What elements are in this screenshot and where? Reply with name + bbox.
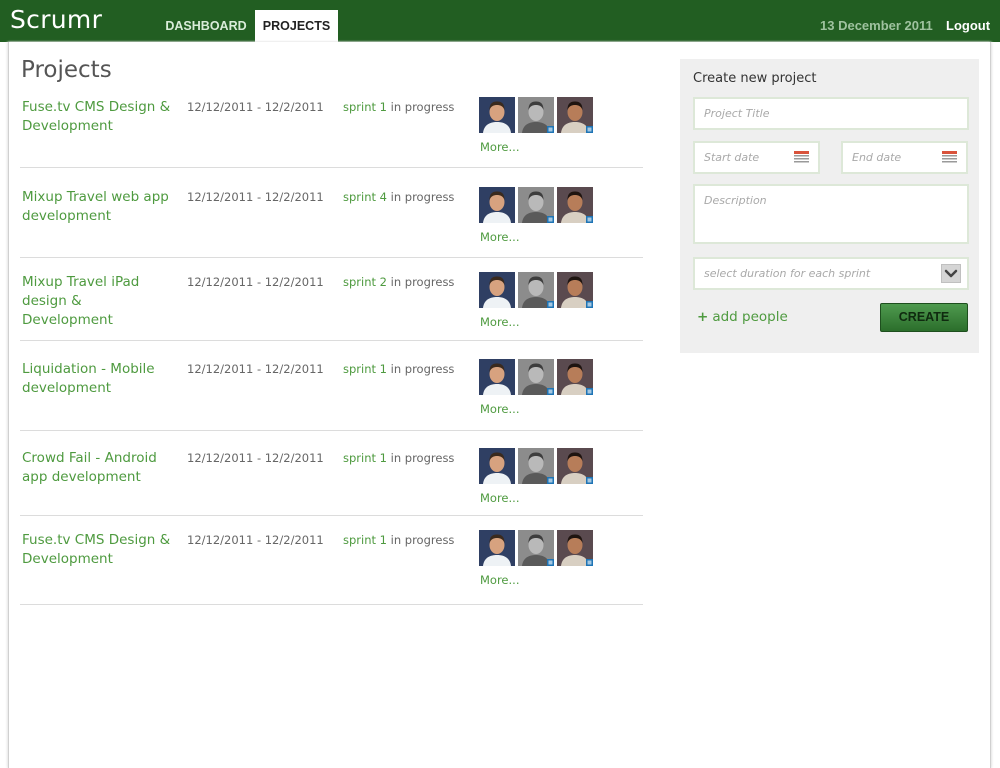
member-avatar[interactable] xyxy=(557,448,593,484)
end-date-placeholder: End date xyxy=(852,151,902,164)
create-project-title: Create new project xyxy=(693,71,817,86)
project-name-link[interactable]: Fuse.tv CMS Design & Development xyxy=(22,98,172,136)
member-avatar[interactable] xyxy=(557,530,593,566)
create-button[interactable]: CREATE xyxy=(880,303,968,332)
sprint-status: in progress xyxy=(390,190,455,204)
more-link[interactable]: More... xyxy=(480,315,519,329)
calendar-icon[interactable] xyxy=(942,151,957,164)
member-avatar[interactable] xyxy=(518,97,554,133)
project-dates: 12/12/2011 - 12/2/2011 xyxy=(187,275,324,289)
sprint-duration-select[interactable]: select duration for each sprint xyxy=(693,257,969,290)
project-sprint-status: sprint 1 in progress xyxy=(343,100,454,114)
sprint-label[interactable]: sprint 1 xyxy=(343,451,387,465)
more-link[interactable]: More... xyxy=(480,573,519,587)
top-navigation-bar: Scrumr DASHBOARD PROJECTS 13 December 20… xyxy=(0,0,1000,42)
member-avatars xyxy=(479,359,599,395)
sprint-status: in progress xyxy=(390,100,455,114)
member-avatar[interactable] xyxy=(518,448,554,484)
sprint-status: in progress xyxy=(390,451,455,465)
sprint-status: in progress xyxy=(390,275,455,289)
project-dates: 12/12/2011 - 12/2/2011 xyxy=(187,362,324,376)
sprint-label[interactable]: sprint 2 xyxy=(343,275,387,289)
project-sprint-status: sprint 1 in progress xyxy=(343,451,454,465)
project-name-link[interactable]: Fuse.tv CMS Design & Development xyxy=(22,531,172,569)
dropdown-toggle[interactable] xyxy=(941,264,961,283)
member-avatar[interactable] xyxy=(518,530,554,566)
member-avatar[interactable] xyxy=(479,448,515,484)
project-dates: 12/12/2011 - 12/2/2011 xyxy=(187,533,324,547)
member-avatars xyxy=(479,272,599,308)
project-name-link[interactable]: Liquidation - Mobile development xyxy=(22,360,172,398)
member-avatar[interactable] xyxy=(557,272,593,308)
project-name-link[interactable]: Mixup Travel web app development xyxy=(22,188,172,226)
page-title: Projects xyxy=(21,57,112,83)
project-name-link[interactable]: Mixup Travel iPad design & Development xyxy=(22,273,172,330)
member-avatar[interactable] xyxy=(557,187,593,223)
project-sprint-status: sprint 1 in progress xyxy=(343,362,454,376)
chevron-down-icon xyxy=(944,269,958,278)
member-avatar[interactable] xyxy=(518,272,554,308)
sprint-label[interactable]: sprint 1 xyxy=(343,362,387,376)
logout-link[interactable]: Logout xyxy=(946,18,990,33)
member-avatar[interactable] xyxy=(518,359,554,395)
sprint-label[interactable]: sprint 1 xyxy=(343,100,387,114)
project-row: Crowd Fail - Android app development 12/… xyxy=(20,448,643,516)
member-avatars xyxy=(479,97,599,133)
project-row: Mixup Travel iPad design & Development 1… xyxy=(20,272,643,341)
add-people-label: add people xyxy=(712,309,788,325)
member-avatar[interactable] xyxy=(479,272,515,308)
project-row: Fuse.tv CMS Design & Development 12/12/2… xyxy=(20,530,643,605)
member-avatar[interactable] xyxy=(557,97,593,133)
project-dates: 12/12/2011 - 12/2/2011 xyxy=(187,100,324,114)
member-avatar[interactable] xyxy=(479,359,515,395)
project-title-input[interactable]: Project Title xyxy=(693,97,969,130)
start-date-input[interactable]: Start date xyxy=(693,141,820,174)
description-textarea[interactable]: Description xyxy=(693,184,969,244)
tab-dashboard[interactable]: DASHBOARD xyxy=(158,10,254,42)
project-row: Fuse.tv CMS Design & Development 12/12/2… xyxy=(20,97,643,168)
app-logo[interactable]: Scrumr xyxy=(10,5,102,34)
more-link[interactable]: More... xyxy=(480,230,519,244)
project-title-placeholder: Project Title xyxy=(704,107,770,120)
sprint-status: in progress xyxy=(390,533,455,547)
member-avatar[interactable] xyxy=(557,359,593,395)
project-dates: 12/12/2011 - 12/2/2011 xyxy=(187,190,324,204)
more-link[interactable]: More... xyxy=(480,140,519,154)
member-avatar[interactable] xyxy=(479,97,515,133)
project-sprint-status: sprint 1 in progress xyxy=(343,533,454,547)
description-placeholder: Description xyxy=(704,194,767,207)
sprint-status: in progress xyxy=(390,362,455,376)
project-sprint-status: sprint 2 in progress xyxy=(343,275,454,289)
add-people-link[interactable]: + add people xyxy=(697,309,788,325)
more-link[interactable]: More... xyxy=(480,491,519,505)
project-name-link[interactable]: Crowd Fail - Android app development xyxy=(22,449,172,487)
tab-projects[interactable]: PROJECTS xyxy=(255,10,338,42)
start-date-placeholder: Start date xyxy=(704,151,760,164)
member-avatars xyxy=(479,530,599,566)
sprint-label[interactable]: sprint 4 xyxy=(343,190,387,204)
project-dates: 12/12/2011 - 12/2/2011 xyxy=(187,451,324,465)
more-link[interactable]: More... xyxy=(480,402,519,416)
member-avatar[interactable] xyxy=(479,530,515,566)
member-avatars xyxy=(479,187,599,223)
member-avatar[interactable] xyxy=(479,187,515,223)
sprint-label[interactable]: sprint 1 xyxy=(343,533,387,547)
calendar-icon[interactable] xyxy=(794,151,809,164)
member-avatars xyxy=(479,448,599,484)
project-row: Liquidation - Mobile development 12/12/2… xyxy=(20,359,643,431)
end-date-input[interactable]: End date xyxy=(841,141,968,174)
plus-icon: + xyxy=(697,309,709,325)
header-date: 13 December 2011 xyxy=(820,18,933,33)
project-row: Mixup Travel web app development 12/12/2… xyxy=(20,187,643,258)
project-sprint-status: sprint 4 in progress xyxy=(343,190,454,204)
sprint-duration-placeholder: select duration for each sprint xyxy=(704,267,871,280)
member-avatar[interactable] xyxy=(518,187,554,223)
